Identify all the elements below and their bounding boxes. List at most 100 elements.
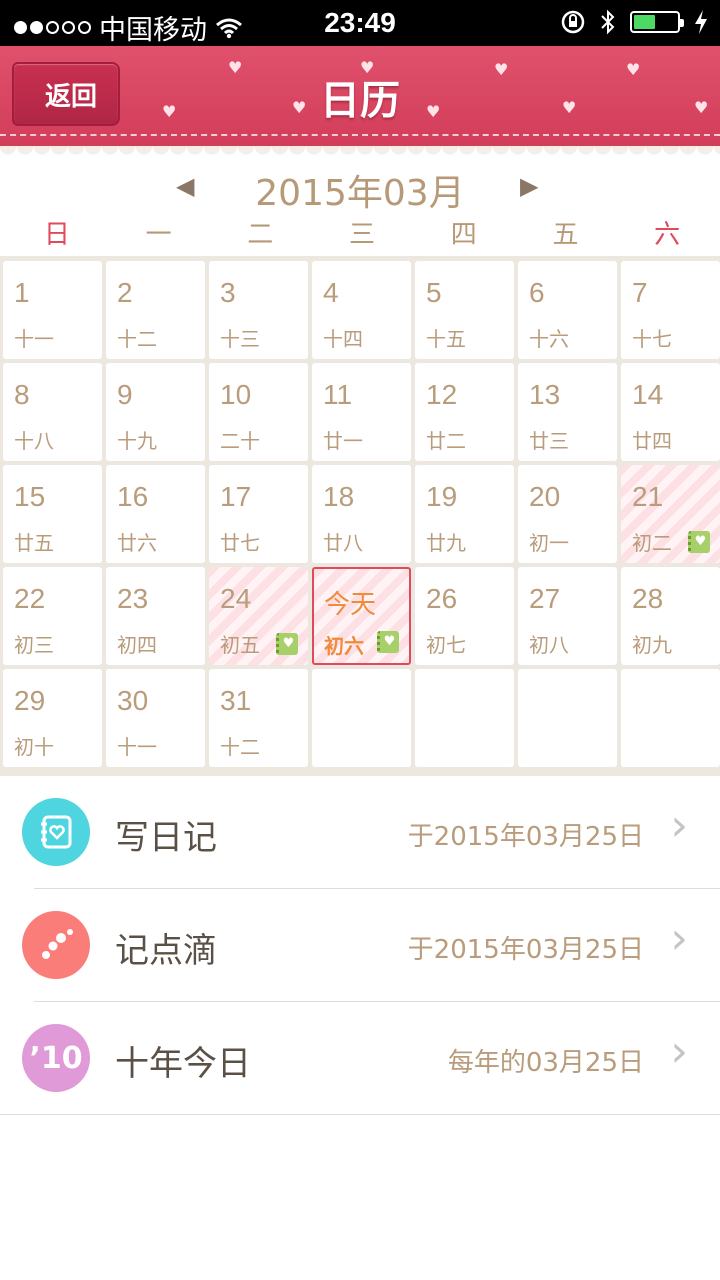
calendar-day[interactable]: 10 二十 xyxy=(209,363,308,461)
lunar-date: 初六 xyxy=(324,634,364,658)
weekday-label: 三 xyxy=(349,220,376,250)
scallop-divider xyxy=(0,146,720,162)
list-item-value: 于2015年03月25日 xyxy=(407,935,644,965)
lunar-date: 初八 xyxy=(529,633,569,657)
calendar-day[interactable]: 12 廿二 xyxy=(415,363,514,461)
lunar-date: 廿九 xyxy=(426,531,466,555)
lunar-date: 初一 xyxy=(529,531,569,555)
list-item-label: 记点滴 xyxy=(115,931,217,971)
calendar-day[interactable]: 15 廿五 xyxy=(3,465,102,563)
status-bar: 中国移动 23:49 xyxy=(0,0,720,46)
diary-note-icon: ♥ xyxy=(276,633,298,655)
calendar-grid: 1 十一 2 十二 3 十三 4 十四 5 十五 6 十六 7 十七 8 十八 9 十九 10 二十 11 廿一 12 廿二 1… xyxy=(0,256,720,776)
day-number: 9 xyxy=(117,379,133,410)
calendar-day[interactable]: 8 十八 xyxy=(3,363,102,461)
day-number: 20 xyxy=(529,481,561,512)
calendar-day[interactable]: 21 初二 ♥ xyxy=(621,465,720,563)
month-label: 2015年03月 xyxy=(255,173,465,214)
day-number: 17 xyxy=(220,481,252,512)
calendar-day[interactable]: 1 十一 xyxy=(3,261,102,359)
calendar-day-empty xyxy=(621,669,720,767)
list-item-ten-years[interactable]: ’10 十年今日 每年的03月25日 › xyxy=(0,1002,720,1115)
lunar-date: 廿七 xyxy=(220,531,260,555)
calendar-day[interactable]: 19 廿九 xyxy=(415,465,514,563)
weekday-label: 六 xyxy=(654,220,681,250)
day-number: 6 xyxy=(529,277,545,308)
list-item-value: 每年的03月25日 xyxy=(447,1048,644,1078)
lunar-date: 初十 xyxy=(14,735,54,759)
stitch-divider xyxy=(0,134,720,136)
calendar-day[interactable]: 22 初三 xyxy=(3,567,102,665)
lunar-date: 廿一 xyxy=(323,429,363,453)
lunar-date: 廿六 xyxy=(117,531,157,555)
day-number: 27 xyxy=(529,583,561,614)
bluetooth-icon xyxy=(601,9,615,35)
weekday-label: 五 xyxy=(552,220,579,250)
calendar-day-empty xyxy=(518,669,617,767)
calendar-day[interactable]: 18 廿八 xyxy=(312,465,411,563)
calendar-day[interactable]: 4 十四 xyxy=(312,261,411,359)
calendar-day[interactable]: 24 初五 ♥ xyxy=(209,567,308,665)
nav-bar: ♥ ♥ ♥ ♥ ♥ ♥ ♥ ♥ ♥ 返回 日历 xyxy=(0,46,720,146)
calendar-day[interactable]: 28 初九 xyxy=(621,567,720,665)
day-number: 3 xyxy=(220,277,236,308)
list-item-label: 十年今日 xyxy=(115,1044,251,1084)
battery-icon xyxy=(630,11,684,33)
calendar-day[interactable]: 3 十三 xyxy=(209,261,308,359)
day-number: 14 xyxy=(632,379,664,410)
calendar-day[interactable]: 27 初八 xyxy=(518,567,617,665)
charging-icon xyxy=(695,10,707,34)
calendar-day[interactable]: 23 初四 xyxy=(106,567,205,665)
lunar-date: 廿四 xyxy=(632,429,672,453)
calendar-day[interactable]: 7 十七 xyxy=(621,261,720,359)
list-item-moments[interactable]: 记点滴 于2015年03月25日 › xyxy=(0,889,720,1002)
calendar-day[interactable]: 29 初十 xyxy=(3,669,102,767)
day-number: 7 xyxy=(632,277,648,308)
lunar-date: 初九 xyxy=(632,633,672,657)
calendar-day[interactable]: 17 廿七 xyxy=(209,465,308,563)
calendar-days: 1 十一 2 十二 3 十三 4 十四 5 十五 6 十六 7 十七 8 十八 9 十九 10 二十 11 廿一 12 廿二 1… xyxy=(3,261,720,767)
chevron-right-icon: › xyxy=(670,1026,688,1077)
month-header: ◀ 2015年03月 ▶ 日一二三四五六 xyxy=(0,146,720,256)
weekday-label: 二 xyxy=(247,220,274,250)
day-number: 8 xyxy=(14,379,30,410)
calendar-day[interactable]: 31 十二 xyxy=(209,669,308,767)
calendar-day-empty xyxy=(415,669,514,767)
list-divider xyxy=(0,1114,720,1115)
calendar-day[interactable]: 20 初一 xyxy=(518,465,617,563)
day-number: 19 xyxy=(426,481,458,512)
calendar-day[interactable]: 26 初七 xyxy=(415,567,514,665)
calendar-day[interactable]: 11 廿一 xyxy=(312,363,411,461)
calendar-day[interactable]: 5 十五 xyxy=(415,261,514,359)
day-number: 24 xyxy=(220,583,252,614)
calendar-day[interactable]: 9 十九 xyxy=(106,363,205,461)
list-item-label: 写日记 xyxy=(115,818,217,858)
lunar-date: 十五 xyxy=(426,327,466,351)
diary-note-icon: ♥ xyxy=(377,631,399,653)
calendar-day-empty xyxy=(312,669,411,767)
calendar-day-today[interactable]: 今天 初六 ♥ xyxy=(312,567,411,665)
calendar-day[interactable]: 6 十六 xyxy=(518,261,617,359)
day-number: 16 xyxy=(117,481,149,512)
chevron-right-icon: › xyxy=(670,800,688,851)
diary-note-icon: ♥ xyxy=(688,531,710,553)
calendar-day[interactable]: 2 十二 xyxy=(106,261,205,359)
lunar-date: 十三 xyxy=(220,327,260,351)
next-month-arrow-icon[interactable]: ▶ xyxy=(520,172,538,200)
calendar-day[interactable]: 14 廿四 xyxy=(621,363,720,461)
lunar-date: 廿二 xyxy=(426,429,466,453)
day-number: 15 xyxy=(14,481,46,512)
day-number: 2 xyxy=(117,277,133,308)
day-number: 31 xyxy=(220,685,252,716)
list-item-diary[interactable]: 写日记 于2015年03月25日 › xyxy=(0,776,720,889)
dots-icon xyxy=(22,911,90,979)
calendar-day[interactable]: 13 廿三 xyxy=(518,363,617,461)
day-number: 21 xyxy=(632,481,664,512)
day-number: 4 xyxy=(323,277,339,308)
lunar-date: 十四 xyxy=(323,327,363,351)
day-number: 28 xyxy=(632,583,664,614)
lunar-date: 十一 xyxy=(117,735,157,759)
calendar-day[interactable]: 16 廿六 xyxy=(106,465,205,563)
calendar-day[interactable]: 30 十一 xyxy=(106,669,205,767)
weekday-label: 四 xyxy=(450,220,477,250)
